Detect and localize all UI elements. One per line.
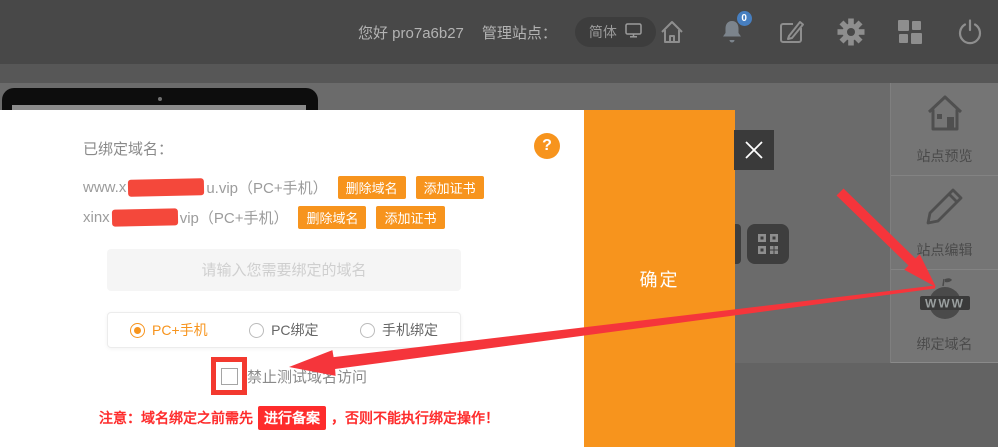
checkbox-red-highlight-box [211, 357, 247, 395]
qr-code-icon[interactable] [747, 224, 789, 264]
domain-text-prefix: www.x [83, 179, 126, 196]
bound-domains-label: 已绑定域名： [83, 138, 173, 159]
bell-icon[interactable]: 0 [716, 15, 748, 49]
bound-domain-row: www.x u.vip（PC+手机） 删除域名 添加证书 [83, 176, 484, 199]
redaction-scribble [112, 208, 178, 226]
add-certificate-button[interactable]: 添加证书 [416, 176, 484, 199]
www-icon-text: WWW [925, 297, 965, 311]
header-icon-strip: 0 [656, 0, 986, 64]
grid-apps-icon[interactable] [894, 15, 926, 49]
edit-icon[interactable] [775, 15, 807, 49]
radio-circle [249, 323, 264, 338]
sidebar-item-label: 站点预览 [917, 146, 973, 166]
pencil-icon [924, 185, 966, 232]
confirm-button[interactable]: 确定 [584, 110, 735, 447]
bound-domain-row: xinx vip（PC+手机） 删除域名 添加证书 [83, 206, 445, 229]
site-action-sidebar: 站点预览 站点编辑 WWW 绑定域名 [890, 83, 998, 363]
bind-mode-radio-group: PC+手机 PC绑定 手机绑定 [107, 312, 461, 348]
home-icon[interactable] [656, 15, 688, 49]
screen: 您好 pro7a6b27 管理站点： 简体 0 [0, 0, 998, 447]
sidebar-item-site-preview[interactable]: 站点预览 [891, 83, 998, 176]
help-icon[interactable]: ? [534, 133, 560, 159]
power-icon[interactable] [954, 15, 986, 49]
confirm-button-label: 确定 [640, 266, 680, 292]
close-icon[interactable] [734, 130, 774, 170]
note-prefix: 注意：域名绑定之前需先 [99, 410, 253, 426]
domain-input[interactable] [107, 249, 461, 291]
radio-circle [360, 323, 375, 338]
radio-mobile-only[interactable]: 手机绑定 [360, 320, 438, 340]
manage-site-label: 管理站点： [482, 22, 557, 43]
note-suffix: ，否则不能执行绑定操作！ [331, 410, 499, 426]
sidebar-item-site-edit[interactable]: 站点编辑 [891, 176, 998, 269]
sidebar-item-label: 绑定域名 [917, 334, 973, 354]
radio-pc-and-mobile[interactable]: PC+手机 [130, 320, 208, 340]
monitor-icon [625, 23, 642, 41]
delete-domain-button[interactable]: 删除域名 [338, 176, 406, 199]
domain-text-prefix: xinx [83, 209, 110, 226]
gear-icon[interactable] [835, 15, 867, 49]
notification-badge: 0 [737, 11, 752, 26]
forbid-test-domain-label: 禁止测试域名访问 [247, 366, 367, 387]
add-certificate-button[interactable]: 添加证书 [376, 206, 444, 229]
language-label: 简体 [589, 22, 617, 42]
sidebar-item-label: 站点编辑 [917, 240, 973, 260]
radio-pc-only[interactable]: PC绑定 [249, 320, 318, 340]
language-toggle-button[interactable]: 简体 [575, 17, 656, 47]
www-globe-icon: WWW [919, 277, 971, 326]
delete-domain-button[interactable]: 删除域名 [298, 206, 366, 229]
redaction-scribble [128, 178, 204, 197]
radio-label: 手机绑定 [382, 320, 438, 340]
radio-label: PC+手机 [152, 320, 208, 340]
bind-domain-modal: ? 已绑定域名： www.x u.vip（PC+手机） 删除域名 添加证书 xin… [0, 110, 584, 447]
laptop-camera-dot [158, 97, 162, 101]
domain-text-suffix: u.vip（PC+手机） [206, 177, 327, 198]
header-sub-strip [0, 64, 998, 83]
icp-note: 注意：域名绑定之前需先进行备案 ，否则不能执行绑定操作！ [99, 406, 499, 430]
home-icon [923, 93, 967, 138]
header-account-area: 您好 pro7a6b27 管理站点： 简体 [358, 0, 656, 64]
radio-circle [130, 323, 145, 338]
icp-filing-link[interactable]: 进行备案 [258, 406, 326, 430]
greeting-text: 您好 pro7a6b27 [358, 22, 464, 43]
domain-text-suffix: vip（PC+手机） [180, 207, 289, 228]
radio-label: PC绑定 [271, 320, 318, 340]
sidebar-item-bind-domain[interactable]: WWW 绑定域名 [891, 270, 998, 363]
